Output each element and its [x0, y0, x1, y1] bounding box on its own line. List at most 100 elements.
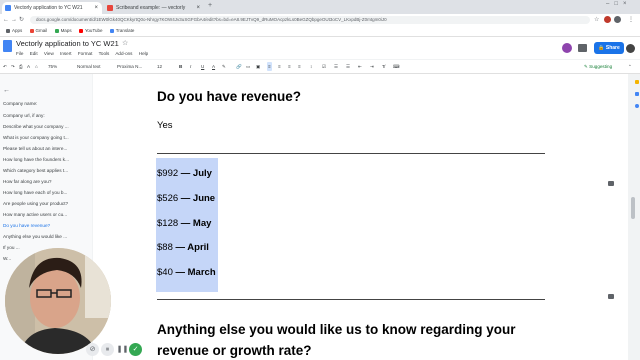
- delete-icon[interactable]: ⊘: [86, 343, 99, 356]
- add-comment-icon[interactable]: [608, 181, 614, 186]
- star-document-icon[interactable]: ☆: [122, 39, 128, 47]
- extension-icon[interactable]: [604, 16, 611, 23]
- image-icon[interactable]: ▣: [256, 60, 260, 73]
- italic-icon[interactable]: I: [190, 60, 191, 73]
- tab-scribeand-example[interactable]: Scribeand example: — vectorly ×: [104, 2, 204, 14]
- revenue-line-may: $128 — May: [156, 218, 213, 229]
- menu-help[interactable]: Help: [139, 51, 148, 56]
- contacts-icon[interactable]: [635, 104, 639, 108]
- bookmark-maps[interactable]: Maps: [54, 26, 72, 36]
- menu-add-ons[interactable]: Add-ons: [115, 51, 132, 56]
- link-icon[interactable]: 🔗: [236, 60, 242, 73]
- outline-item[interactable]: How many active users or cu...: [3, 212, 81, 217]
- menu-format[interactable]: Format: [78, 51, 93, 56]
- collaborator-avatar[interactable]: [562, 43, 572, 53]
- line-spacing-icon[interactable]: ↕: [310, 60, 312, 73]
- outline-item[interactable]: Anything else you would like ...: [3, 234, 81, 239]
- menu-tools[interactable]: Tools: [99, 51, 110, 56]
- redo-icon[interactable]: ↷: [11, 60, 15, 73]
- docs-logo-icon[interactable]: [3, 40, 12, 52]
- underline-icon[interactable]: U: [201, 60, 204, 73]
- new-tab-icon[interactable]: +: [208, 2, 212, 9]
- outline-item[interactable]: How far along are you?: [3, 179, 81, 184]
- style-select[interactable]: Normal text: [77, 60, 101, 73]
- outline-item[interactable]: How long have each of you b...: [3, 190, 81, 195]
- outline-item[interactable]: Company name:: [3, 101, 81, 106]
- scrollbar-thumb[interactable]: [631, 197, 635, 219]
- paint-format-icon[interactable]: ⌂: [35, 60, 38, 73]
- outline-item[interactable]: Please tell us about an intere...: [3, 146, 81, 151]
- align-left-icon[interactable]: ≡: [267, 62, 272, 71]
- spellcheck-icon[interactable]: A: [27, 60, 30, 73]
- outline-item[interactable]: Company url, if any:: [3, 113, 81, 118]
- menu-file[interactable]: File: [16, 51, 23, 56]
- bookmark-apps[interactable]: Apps: [6, 26, 22, 36]
- formatting-toolbar: ↶ ↷ ⎙ A ⌂ 75% Normal text Proxima N... 1…: [0, 60, 640, 74]
- check-icon[interactable]: ✓: [129, 343, 142, 356]
- bold-icon[interactable]: B: [179, 60, 182, 73]
- highlight-icon[interactable]: ✎: [222, 60, 226, 73]
- collapse-toolbar-icon[interactable]: ⌃: [628, 60, 632, 73]
- window-controls[interactable]: –□×: [606, 1, 631, 7]
- keep-icon[interactable]: [635, 80, 639, 84]
- align-center-icon[interactable]: ≡: [278, 60, 281, 73]
- add-comment-icon[interactable]: [608, 294, 614, 299]
- close-tab-icon[interactable]: ×: [94, 2, 98, 14]
- revenue-line-july: $992 — July: [156, 168, 213, 179]
- tasks-icon[interactable]: [635, 92, 639, 96]
- font-select[interactable]: Proxima N...: [117, 60, 142, 73]
- bookmark-translate[interactable]: Translate: [109, 26, 134, 36]
- answer-yes: Yes: [157, 120, 173, 131]
- outline-item[interactable]: Describe what your company ...: [3, 124, 81, 129]
- numbered-list-icon[interactable]: ☰: [346, 60, 350, 73]
- outline-item[interactable]: Which category best applies t...: [3, 168, 81, 173]
- pause-icon[interactable]: ⏸: [101, 343, 114, 356]
- document-page[interactable]: Do you have revenue? Yes $992 — July $52…: [93, 74, 628, 360]
- translate-icon: [109, 28, 114, 33]
- font-size-select[interactable]: 12: [157, 60, 162, 73]
- apps-grid-icon: [6, 28, 10, 33]
- account-avatar[interactable]: [626, 44, 635, 53]
- person-image: [5, 248, 111, 354]
- align-right-icon[interactable]: ≡: [288, 60, 291, 73]
- tab-vectorly-application[interactable]: Vectorly application to YC W21 ×: [2, 2, 102, 14]
- increase-indent-icon[interactable]: ⇥: [370, 60, 374, 73]
- bulleted-list-icon[interactable]: ☰: [334, 60, 338, 73]
- print-icon[interactable]: ⎙: [19, 60, 23, 73]
- document-title[interactable]: Vectorly application to YC W21: [16, 39, 119, 48]
- checklist-icon[interactable]: ☑: [322, 60, 326, 73]
- menu-insert[interactable]: Insert: [60, 51, 72, 56]
- bookmark-youtube[interactable]: YouTube: [78, 26, 103, 36]
- share-button[interactable]: 🔒 Share: [594, 42, 624, 54]
- insert-comment-icon[interactable]: ▭: [246, 60, 250, 73]
- lock-icon: 🔒: [598, 45, 605, 51]
- star-icon[interactable]: ☆: [594, 14, 599, 26]
- decrease-indent-icon[interactable]: ⇤: [358, 60, 362, 73]
- bookmark-gmail[interactable]: Gmail: [29, 26, 47, 36]
- outline-item[interactable]: Are people using your product?: [3, 201, 81, 206]
- pause-recording-icon[interactable]: ❚❚: [116, 343, 129, 356]
- menu-dots-icon[interactable]: ⋮: [628, 14, 634, 26]
- close-outline-back-icon[interactable]: ←: [3, 87, 10, 94]
- site-favicon-icon: [107, 5, 113, 11]
- clear-formatting-icon[interactable]: T̸: [382, 60, 385, 73]
- outline-item-current[interactable]: Do you have revenue?: [3, 223, 81, 228]
- close-tab-icon[interactable]: ×: [196, 2, 200, 14]
- back-icon[interactable]: ←: [3, 14, 9, 26]
- suggesting-mode-select[interactable]: ✎ Suggesting: [584, 60, 612, 73]
- text-color-icon[interactable]: A: [212, 60, 215, 73]
- profile-icon[interactable]: [614, 16, 621, 23]
- reload-icon[interactable]: ↻: [19, 14, 24, 26]
- align-justify-icon[interactable]: ≡: [298, 60, 301, 73]
- outline-item[interactable]: How long have the founders k...: [3, 157, 81, 162]
- zoom-select[interactable]: 75%: [48, 60, 57, 73]
- input-tools-icon[interactable]: ⌨: [393, 60, 400, 73]
- menu-view[interactable]: View: [44, 51, 54, 56]
- url-field[interactable]: docs.google.com/document/d/1EW0lGk40QCKk…: [30, 16, 590, 24]
- menu-edit[interactable]: Edit: [30, 51, 38, 56]
- outline-item[interactable]: What is your company going t...: [3, 135, 81, 140]
- forward-icon[interactable]: →: [11, 14, 17, 26]
- maps-icon: [54, 28, 59, 33]
- comment-history-icon[interactable]: [578, 44, 587, 52]
- undo-icon[interactable]: ↶: [3, 60, 7, 73]
